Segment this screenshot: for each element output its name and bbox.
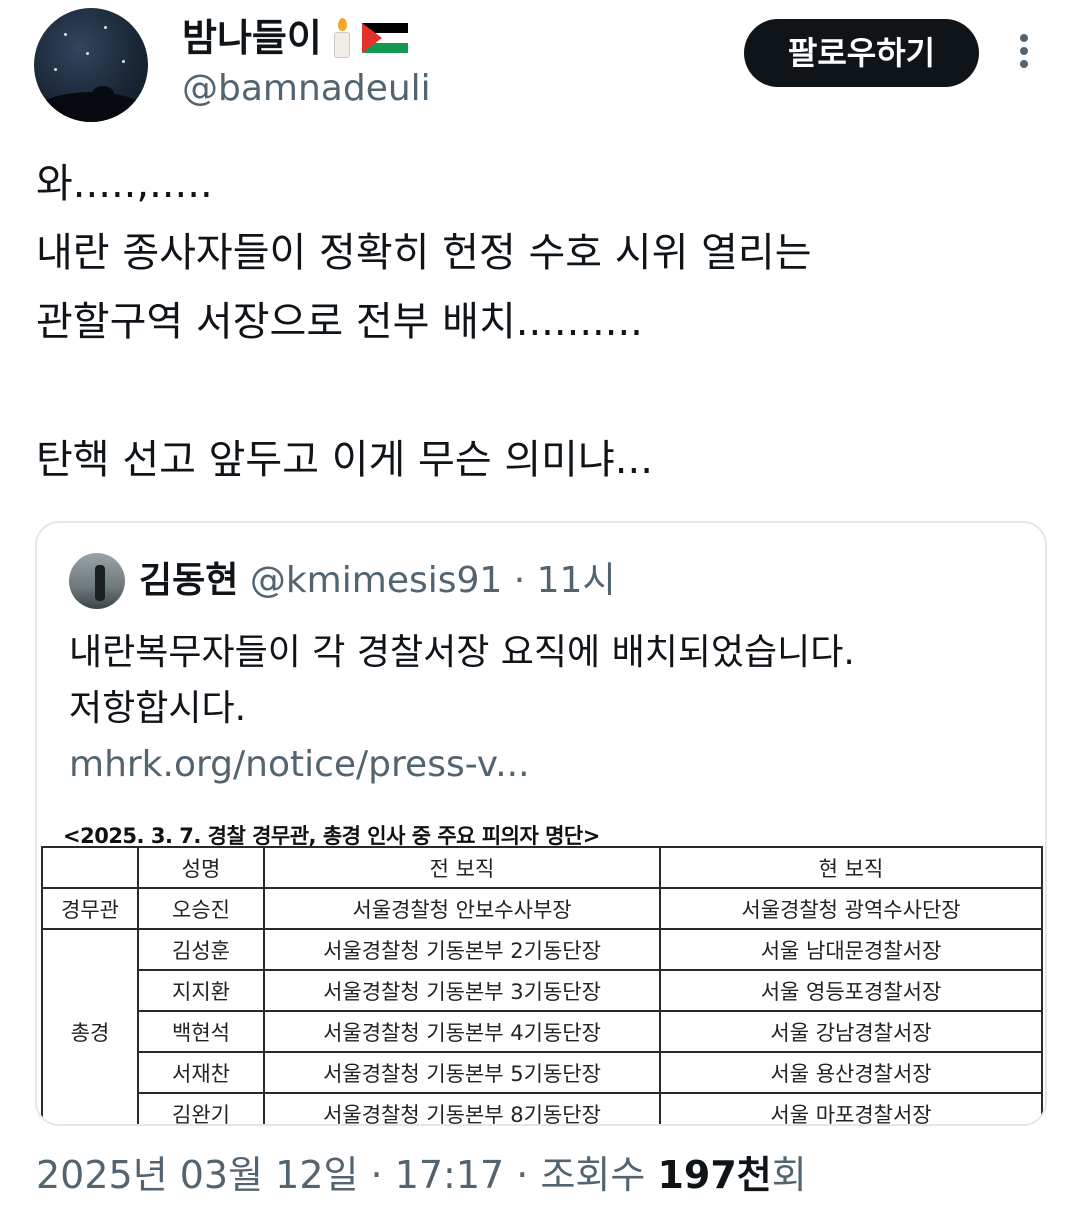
views-label: 조회수 (540, 1153, 658, 1197)
quote-line: 내란복무자들이 각 경찰서장 요직에 배치되었습니다. (69, 632, 855, 673)
table-header-cell: 현 보직 (659, 846, 1043, 889)
tweet-line (36, 357, 1046, 426)
table-header-cell: 전 보직 (263, 846, 661, 889)
tweet-line: 탄핵 선고 앞두고 이게 무슨 의미냐... (36, 437, 653, 483)
rank-cell: 경무관 (41, 887, 139, 930)
name-cell: 백현석 (137, 1010, 265, 1053)
prev-post-cell: 서울경찰청 안보수사부장 (263, 887, 661, 930)
personnel-table: 성명 전 보직 현 보직 경무관 오승진 서울경찰청 안보수사부장 서울경찰청 … (41, 846, 1043, 1124)
tweet-line: 관할구역 서장으로 전부 배치.......... (36, 299, 643, 345)
follow-button[interactable]: 팔로우하기 (744, 19, 979, 87)
table-header-cell: 성명 (137, 846, 265, 889)
author-block: 밤나들이 @bamnadeuli (182, 14, 431, 112)
table-row: 총경 김성훈 서울경찰청 기동본부 2기동단장 서울 남대문경찰서장 (41, 928, 1043, 1124)
table-row: 김완기 서울경찰청 기동본부 8기동단장 서울 마포경찰서장 (42, 1092, 1043, 1124)
views-count[interactable]: 197천 (657, 1153, 771, 1197)
curr-post-cell: 서울 마포경찰서장 (659, 1092, 1043, 1124)
author-display-name[interactable]: 밤나들이 (182, 14, 322, 62)
star-decoration (86, 52, 89, 55)
table-header-row: 성명 전 보직 현 보직 (41, 846, 1043, 889)
star-decoration (104, 26, 107, 29)
prev-post-cell: 서울경찰청 기동본부 2기동단장 (263, 928, 661, 971)
views-suffix: 회 (771, 1153, 807, 1197)
timestamp-separator: · (358, 1153, 395, 1197)
candle-icon (332, 18, 352, 58)
prev-post-cell: 서울경찰청 기동본부 5기동단장 (263, 1051, 661, 1094)
star-decoration (122, 60, 125, 63)
quote-author-name[interactable]: 김동현 (139, 560, 238, 601)
table-row: 경무관 오승진 서울경찰청 안보수사부장 서울경찰청 광역수사단장 (41, 887, 1043, 930)
tweet-line: 내란 종사자들이 정확히 헌정 수호 시위 열리는 (36, 230, 812, 276)
timestamp-separator: · (504, 1153, 541, 1197)
prev-post-cell: 서울경찰청 기동본부 8기동단장 (263, 1092, 661, 1124)
quote-author-handle[interactable]: @kmimesis91 (250, 560, 502, 601)
table-row: 백현석 서울경찰청 기동본부 4기동단장 서울 강남경찰서장 (42, 1010, 1043, 1053)
prev-post-cell: 서울경찰청 기동본부 3기동단장 (263, 969, 661, 1012)
star-decoration (64, 33, 67, 36)
name-cell: 서재찬 (137, 1051, 265, 1094)
name-cell: 김완기 (137, 1092, 265, 1124)
more-options-icon[interactable] (1014, 34, 1034, 74)
curr-post-cell: 서울경찰청 광역수사단장 (659, 887, 1043, 930)
hill-silhouette (34, 92, 148, 122)
quote-separator: · (502, 560, 537, 601)
author-avatar[interactable] (34, 8, 148, 122)
name-cell: 오승진 (137, 887, 265, 930)
quote-header: 김동현 @kmimesis91 · 11시 (139, 553, 616, 609)
quote-link[interactable]: mhrk.org/notice/press-v... (69, 737, 855, 793)
tweet-text: 와.....,..... 내란 종사자들이 정확히 헌정 수호 시위 열리는 관… (36, 150, 1046, 495)
tweet-date[interactable]: 2025년 03월 12일 (36, 1153, 358, 1197)
curr-post-cell: 서울 강남경찰서장 (659, 1010, 1043, 1053)
table-row: 지지환 서울경찰청 기동본부 3기동단장 서울 영등포경찰서장 (42, 969, 1043, 1012)
curr-post-cell: 서울 영등포경찰서장 (659, 969, 1043, 1012)
author-display-name-row[interactable]: 밤나들이 (182, 14, 431, 62)
palestine-flag-icon (361, 23, 408, 53)
curr-post-cell: 서울 용산경찰서장 (659, 1051, 1043, 1094)
tweet-time[interactable]: 17:17 (395, 1153, 505, 1197)
star-decoration (54, 68, 57, 71)
table-header-cell (41, 846, 139, 889)
curr-post-cell: 서울 남대문경찰서장 (659, 928, 1043, 971)
quote-line: 저항합시다. (69, 688, 247, 729)
author-handle[interactable]: @bamnadeuli (182, 66, 431, 112)
quote-attached-image[interactable]: <2025. 3. 7. 경찰 경무관, 총경 인사 중 주요 피의자 명단> … (37, 814, 1045, 1124)
name-cell: 지지환 (137, 969, 265, 1012)
tweet-line: 와.....,..... (36, 161, 213, 207)
quote-time[interactable]: 11시 (537, 560, 616, 601)
quote-author-avatar[interactable] (69, 553, 125, 609)
quote-text: 내란복무자들이 각 경찰서장 요직에 배치되었습니다. 저항합시다. mhrk.… (69, 625, 855, 793)
table-row: 서재찬 서울경찰청 기동본부 5기동단장 서울 용산경찰서장 (42, 1051, 1043, 1094)
prev-post-cell: 서울경찰청 기동본부 4기동단장 (263, 1010, 661, 1053)
name-cell: 김성훈 (137, 928, 265, 971)
tweet-timestamp: 2025년 03월 12일 · 17:17 · 조회수 197천회 (36, 1150, 807, 1200)
quoted-tweet-card[interactable]: 김동현 @kmimesis91 · 11시 내란복무자들이 각 경찰서장 요직에… (35, 521, 1047, 1126)
rank-cell: 총경 (41, 928, 139, 1124)
